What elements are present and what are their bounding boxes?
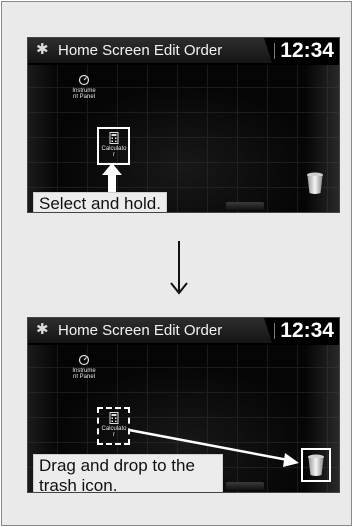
up-arrow-icon — [102, 163, 122, 195]
dock-handle — [226, 202, 264, 210]
title-bar: ✱ Home Screen Edit Order 12:34 — [28, 38, 339, 65]
step-caption: Drag and drop to the trash icon. — [33, 454, 223, 492]
trash-icon[interactable] — [305, 171, 325, 195]
home-screen-step1: ✱ Home Screen Edit Order 12:34 Instrume … — [27, 37, 340, 213]
app-calculator[interactable]: Calculato r — [101, 132, 127, 158]
illustration-frame: ✱ Home Screen Edit Order 12:34 Instrume … — [1, 1, 352, 526]
clock: 12:34 — [280, 39, 334, 62]
calculator-icon — [109, 132, 119, 144]
gear-icon[interactable]: ✱ — [36, 42, 52, 58]
gauge-icon — [78, 74, 90, 86]
app-label: Calculato r — [101, 146, 127, 158]
trash-icon[interactable] — [306, 453, 326, 477]
selected-app-highlight[interactable]: Calculato r — [97, 127, 130, 165]
step-caption: Select and hold. — [33, 192, 167, 212]
dock-handle — [226, 482, 264, 490]
down-arrow-icon — [170, 241, 188, 295]
trash-highlight[interactable] — [301, 448, 331, 482]
screen-title: Home Screen Edit Order — [58, 42, 223, 59]
app-instrument-panel[interactable]: Instrume nt Panel — [71, 74, 97, 100]
home-screen-step2: ✱ Home Screen Edit Order 12:34 Instrume … — [27, 317, 340, 493]
app-label: Instrume nt Panel — [72, 88, 96, 100]
